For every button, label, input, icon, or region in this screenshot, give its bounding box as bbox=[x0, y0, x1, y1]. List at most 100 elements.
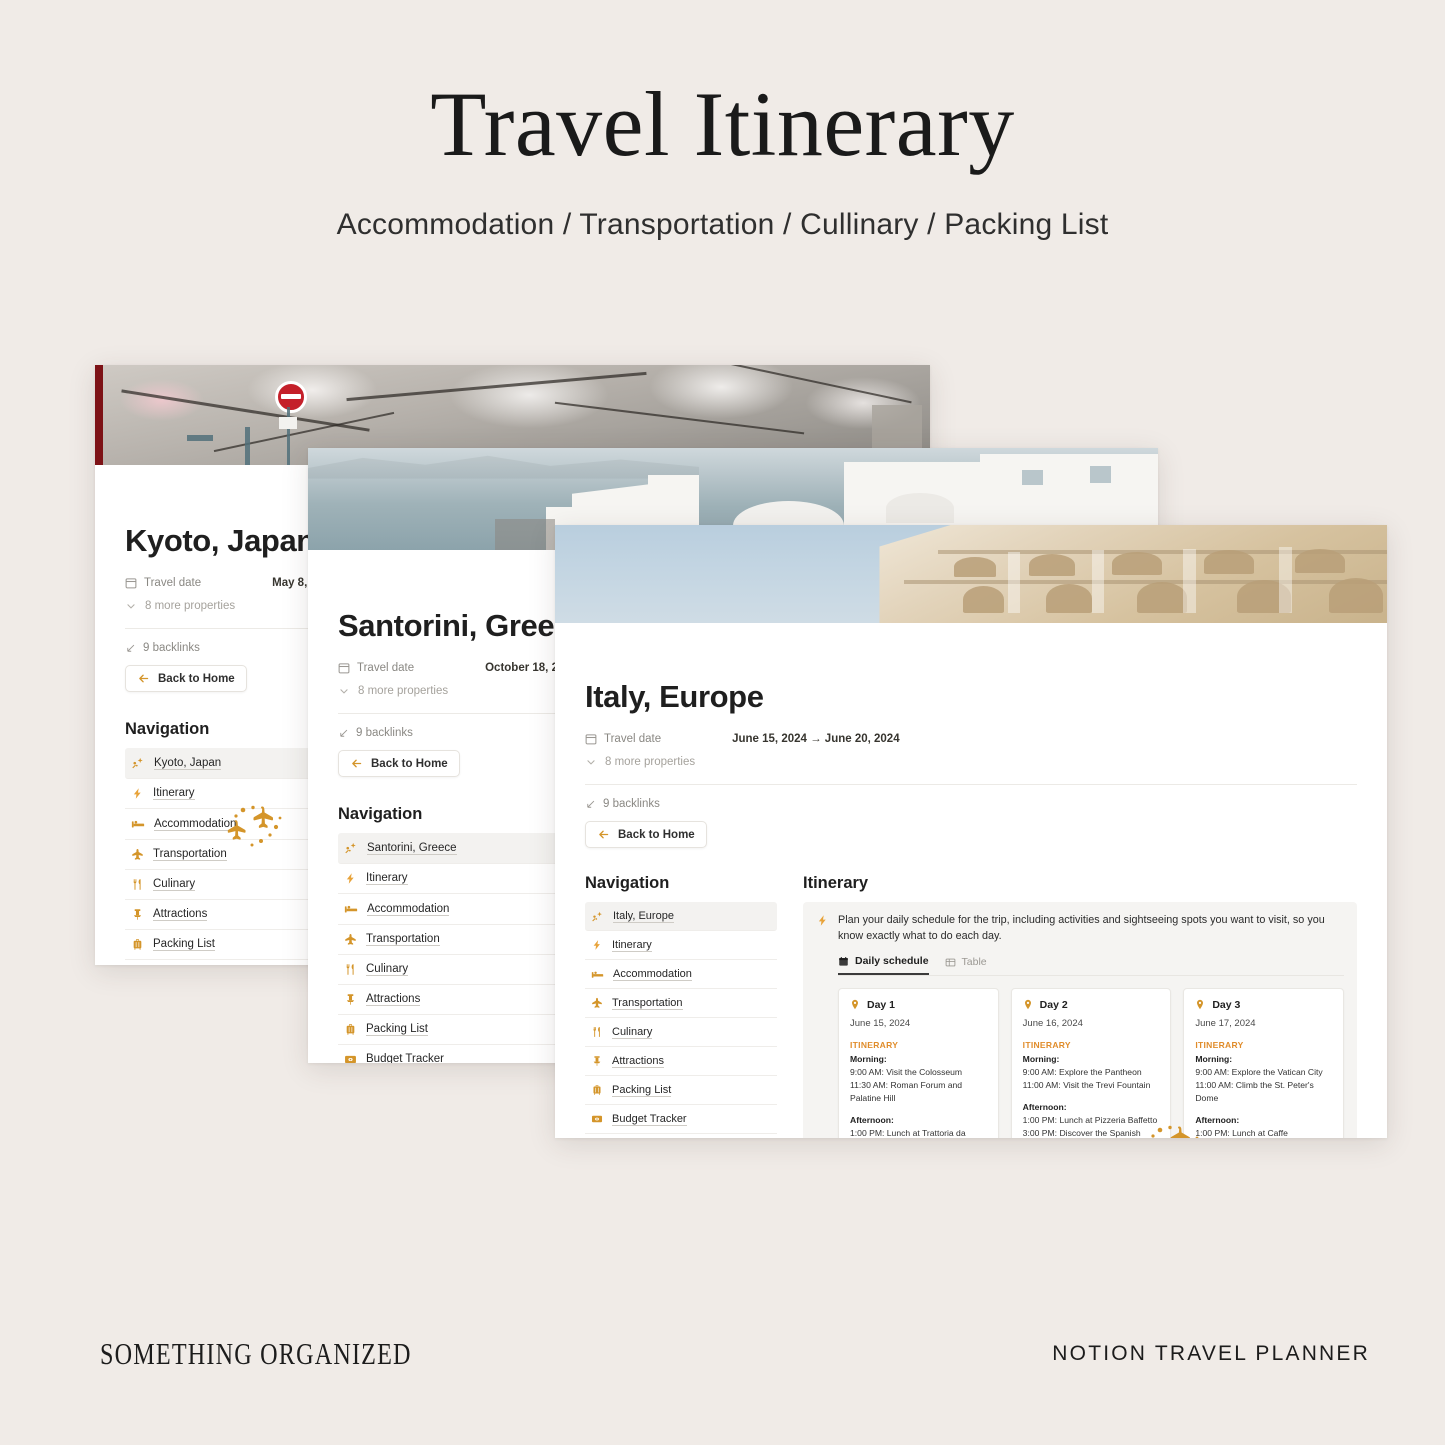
table-icon bbox=[945, 957, 956, 968]
fork-knife-icon bbox=[344, 963, 357, 976]
day-card[interactable]: Day 2 June 16, 2024 ITINERARY Morning: 9… bbox=[1010, 988, 1172, 1138]
sidebar-item-transportation[interactable]: Transportation bbox=[338, 925, 583, 955]
block-line: 1:00 PM: Lunch at Caffe Sant'Eustachio bbox=[1195, 1127, 1288, 1138]
sidebar-item-transportation-label: Transportation bbox=[366, 933, 440, 946]
sidebar-item-budget-tracker[interactable]: Budget Tracker bbox=[585, 1105, 777, 1134]
sidebar-item-itinerary-label: Itinerary bbox=[153, 787, 195, 800]
arrow-left-icon bbox=[597, 828, 610, 841]
sidebar-item-itinerary-label: Itinerary bbox=[612, 938, 652, 952]
sidebar-item-culinary-label: Culinary bbox=[153, 878, 196, 891]
italy-navigation-column: Navigation Italy, Europe Itinerary Accom… bbox=[585, 874, 777, 1138]
block-line: 9:00 AM: Visit the Colosseum bbox=[850, 1067, 963, 1078]
bolt-icon bbox=[816, 914, 829, 1138]
sidebar-item-budget-tracker[interactable]: Budget Tracker bbox=[338, 1045, 583, 1063]
kyoto-more-properties-label: 8 more properties bbox=[145, 600, 236, 612]
day-card[interactable]: Day 3 June 17, 2024 ITINERARY Morning: 9… bbox=[1183, 988, 1345, 1138]
airplane-icon bbox=[344, 933, 357, 946]
sidebar-item-packing-list[interactable]: Packing List bbox=[338, 1015, 583, 1045]
luggage-icon bbox=[344, 1023, 357, 1036]
kyoto-backlinks-label: 9 backlinks bbox=[143, 642, 200, 654]
sidebar-item-budget-tracker-label: Budget Tracker bbox=[366, 1053, 444, 1063]
italy-divider bbox=[585, 784, 1357, 785]
block-line: 11:00 AM: Climb the St. Peter's Dome bbox=[1195, 1080, 1314, 1103]
italy-more-properties-label: 8 more properties bbox=[605, 756, 696, 768]
block-title: Morning: bbox=[850, 1054, 887, 1065]
sidebar-item-attractions-label: Attractions bbox=[366, 993, 421, 1006]
day-title: Day 2 bbox=[1039, 999, 1068, 1012]
tab-daily-schedule[interactable]: Daily schedule bbox=[838, 955, 929, 976]
bolt-icon bbox=[591, 939, 603, 951]
sidebar-item-budget-tracker-label: Budget Tracker bbox=[612, 1112, 687, 1126]
day-card[interactable]: Day 1 June 15, 2024 ITINERARY Morning: 9… bbox=[838, 988, 999, 1138]
sidebar-item-packing-list-label: Packing List bbox=[612, 1083, 672, 1097]
itinerary-heading: Itinerary bbox=[803, 874, 869, 892]
block-line: 11:00 AM: Visit the Trevi Fountain bbox=[1022, 1080, 1151, 1091]
santorini-back-to-home-button[interactable]: Back to Home bbox=[338, 750, 460, 777]
italy-back-to-home-button[interactable]: Back to Home bbox=[585, 821, 707, 848]
italy-navigation-heading: Navigation bbox=[585, 874, 670, 892]
day-date: June 17, 2024 bbox=[1195, 1018, 1256, 1030]
sidebar-item-accommodation[interactable]: Accommodation bbox=[338, 894, 583, 925]
block-line: 3:00 PM: Discover the Spanish Steps bbox=[1022, 1127, 1141, 1138]
italy-card[interactable]: Italy, Europe Travel date June 15, 2024 … bbox=[555, 525, 1387, 1138]
sidebar-item-destination-label: Santorini, Greece bbox=[367, 841, 457, 855]
sidebar-item-packing-list[interactable]: Packing List bbox=[585, 1076, 777, 1105]
calendar-property-icon bbox=[585, 733, 597, 745]
bed-icon bbox=[591, 968, 604, 981]
comet-icon bbox=[344, 841, 358, 855]
kyoto-back-to-home-button[interactable]: Back to Home bbox=[125, 665, 247, 692]
santorini-backlinks-label: 9 backlinks bbox=[356, 727, 413, 739]
sidebar-item-itinerary[interactable]: Itinerary bbox=[585, 931, 777, 960]
chevron-down-icon bbox=[125, 600, 137, 612]
pin-icon bbox=[1023, 999, 1033, 1011]
poster-canvas: Travel Itinerary Accommodation / Transpo… bbox=[0, 0, 1445, 1445]
sidebar-item-destination[interactable]: Santorini, Greece bbox=[338, 833, 583, 864]
block-line: 1:00 PM: Lunch at Pizzeria Baffetto bbox=[1022, 1114, 1158, 1125]
sidebar-item-resources[interactable]: Resources bbox=[585, 1134, 777, 1138]
chevron-down-icon bbox=[338, 685, 350, 697]
sidebar-item-transportation-label: Transportation bbox=[153, 848, 227, 861]
italy-title: Italy, Europe bbox=[585, 679, 764, 714]
calendar-property-icon bbox=[125, 577, 137, 589]
sidebar-item-culinary[interactable]: Culinary bbox=[585, 1018, 777, 1047]
bed-icon bbox=[131, 817, 145, 831]
italy-more-properties[interactable]: 8 more properties bbox=[585, 756, 1357, 768]
day-date: June 15, 2024 bbox=[850, 1018, 911, 1030]
pushpin-icon bbox=[131, 908, 144, 921]
santorini-more-properties-label: 8 more properties bbox=[358, 685, 449, 697]
japanese-road-sign-icon bbox=[274, 381, 307, 413]
comet-icon bbox=[591, 910, 604, 923]
itinerary-kicker: ITINERARY bbox=[850, 1040, 899, 1051]
sidebar-item-transportation[interactable]: Transportation bbox=[585, 989, 777, 1018]
daily-schedule-cards: Day 1 June 15, 2024 ITINERARY Morning: 9… bbox=[838, 988, 1345, 1138]
fork-knife-icon bbox=[131, 878, 144, 891]
italy-backlinks[interactable]: 9 backlinks bbox=[585, 798, 1357, 810]
backlink-arrow-icon bbox=[125, 643, 136, 654]
arrow-left-icon bbox=[137, 672, 150, 685]
sidebar-item-culinary[interactable]: Culinary bbox=[338, 955, 583, 985]
sidebar-item-packing-list-label: Packing List bbox=[153, 938, 216, 951]
sidebar-item-itinerary[interactable]: Itinerary bbox=[338, 864, 583, 894]
sidebar-item-culinary-label: Culinary bbox=[612, 1025, 653, 1039]
tab-table[interactable]: Table bbox=[945, 956, 987, 974]
santorini-travel-date-label: Travel date bbox=[357, 662, 415, 674]
itinerary-view-tabs: Daily schedule Table bbox=[838, 955, 1344, 977]
page-title: Travel Itinerary bbox=[430, 73, 1015, 175]
backlink-arrow-icon bbox=[338, 728, 349, 739]
bolt-icon bbox=[344, 872, 357, 885]
fork-knife-icon bbox=[591, 1026, 603, 1038]
itinerary-callout: Plan your daily schedule for the trip, i… bbox=[803, 902, 1357, 1138]
bed-icon bbox=[344, 902, 358, 916]
sidebar-item-attractions[interactable]: Attractions bbox=[338, 985, 583, 1015]
sidebar-item-attractions[interactable]: Attractions bbox=[585, 1047, 777, 1076]
sidebar-item-destination[interactable]: Italy, Europe bbox=[585, 902, 777, 931]
italy-back-to-home-label: Back to Home bbox=[618, 828, 695, 841]
day-title: Day 3 bbox=[1212, 999, 1241, 1012]
sidebar-item-accommodation[interactable]: Accommodation bbox=[585, 960, 777, 989]
pin-icon bbox=[850, 999, 860, 1011]
pushpin-icon bbox=[344, 993, 357, 1006]
itinerary-kicker: ITINERARY bbox=[1195, 1040, 1244, 1051]
page-subtitle: Accommodation / Transportation / Cullina… bbox=[336, 208, 1109, 241]
italy-travel-date-row[interactable]: Travel date June 15, 2024 → June 20, 202… bbox=[585, 733, 1357, 745]
sidebar-item-destination-label: Kyoto, Japan bbox=[154, 756, 222, 770]
